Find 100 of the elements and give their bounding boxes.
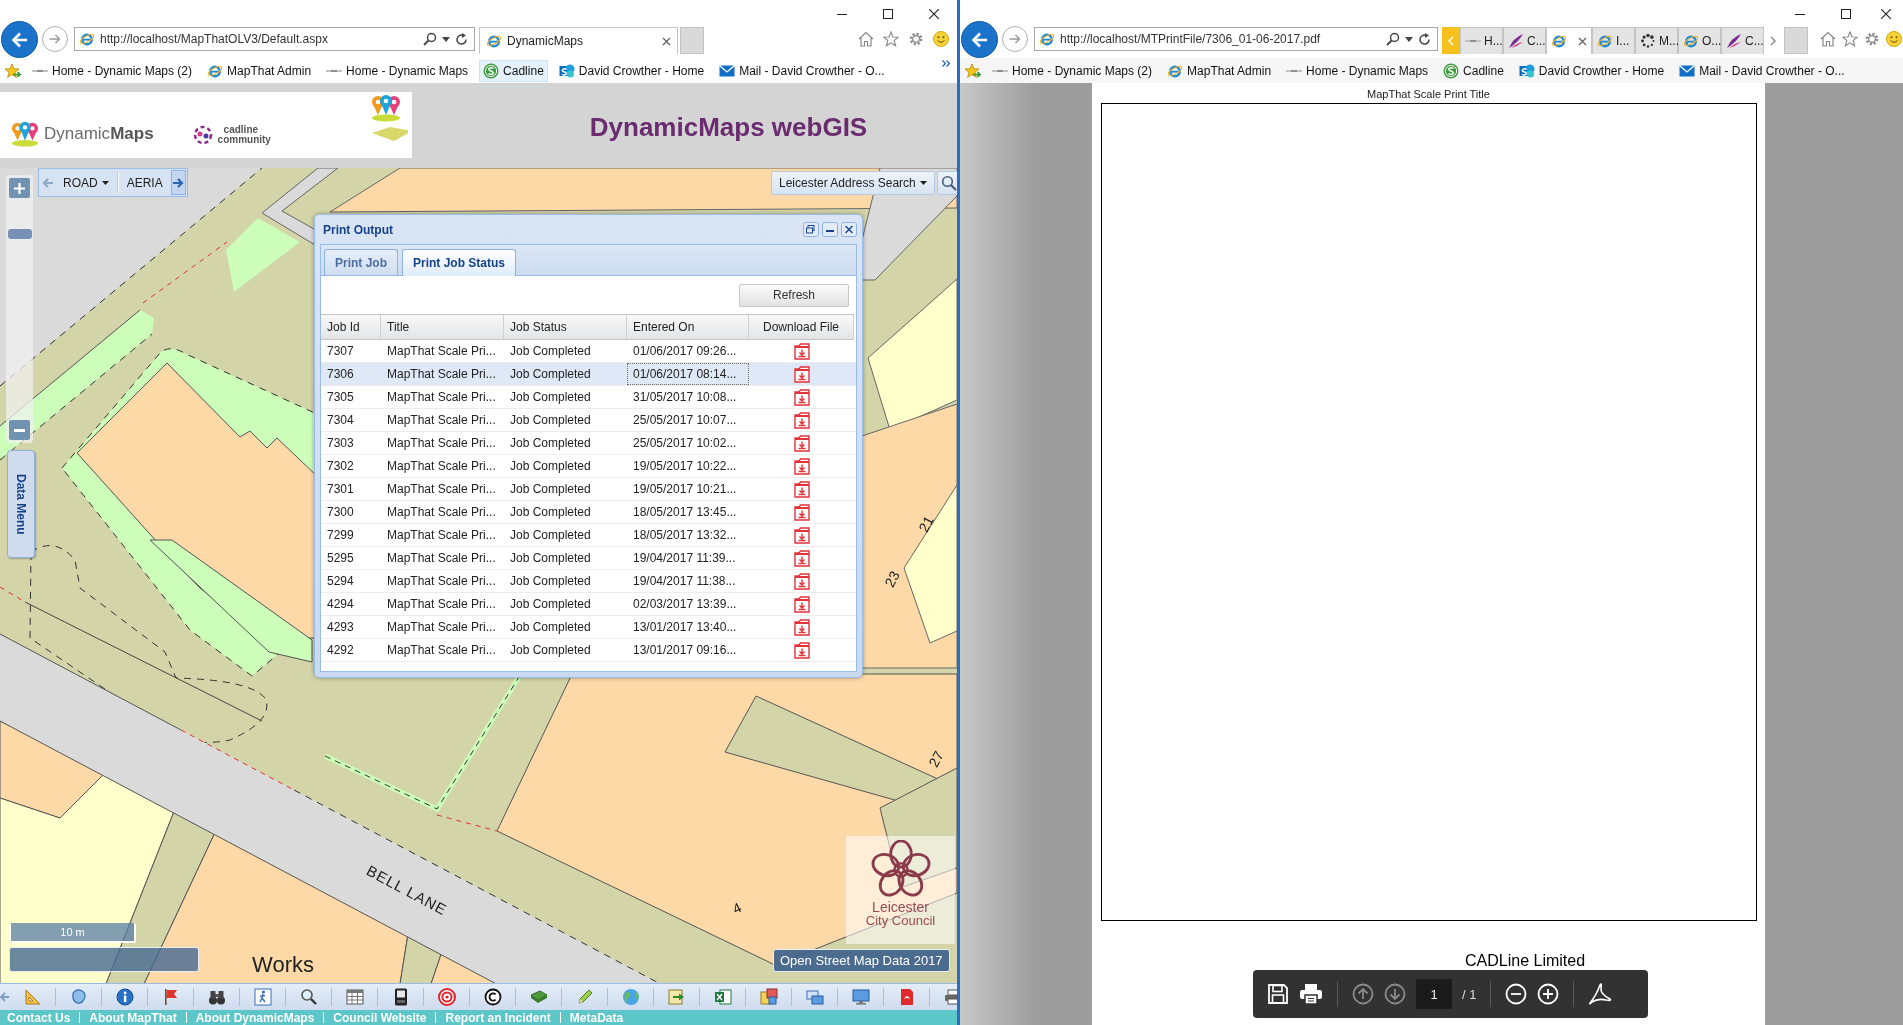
download-file-icon[interactable] xyxy=(793,526,810,544)
table-row[interactable]: 4293 MapThat Scale Pri... Job Completed 13/01/2017 13:40... xyxy=(321,616,856,639)
forward-button[interactable] xyxy=(1002,26,1028,52)
dialog-tab[interactable]: Print Job xyxy=(324,249,398,275)
browser-tab[interactable]: M... xyxy=(1635,27,1678,54)
overview-panel[interactable] xyxy=(9,947,199,972)
table-icon[interactable] xyxy=(344,987,365,1007)
favorite-link[interactable]: Home - Dynamic Maps (2) xyxy=(28,60,197,81)
address-search-button[interactable]: Leicester Address Search xyxy=(771,171,935,195)
table-row[interactable]: 7306 MapThat Scale Pri... Job Completed 01/06/2017 08:14... xyxy=(321,363,856,386)
arrow-down-icon[interactable] xyxy=(1384,983,1406,1005)
column-header[interactable]: Download File xyxy=(749,314,854,340)
address-field[interactable]: http://localhost/MapThatOLV3/Default.aspx xyxy=(74,27,475,51)
smiley-icon[interactable] xyxy=(1886,31,1902,47)
favorite-link[interactable]: David Crowther - Home xyxy=(554,59,709,82)
favorite-link[interactable]: MapThat Admin xyxy=(1163,59,1276,82)
scroll-left-icon[interactable] xyxy=(0,991,10,1003)
column-header[interactable]: Job Status xyxy=(504,314,627,340)
layer-button[interactable]: AERIA xyxy=(118,175,171,190)
smiley-icon[interactable] xyxy=(933,31,949,47)
favorite-link[interactable]: Mail - David Crowther - O... xyxy=(715,60,889,81)
browser-tab[interactable]: C... xyxy=(1503,27,1546,54)
page-number-field[interactable]: 1 xyxy=(1416,979,1452,1009)
globe-icon[interactable] xyxy=(620,987,641,1007)
star-icon[interactable] xyxy=(1842,31,1858,47)
dialog-tab[interactable]: Print Job Status xyxy=(402,249,517,276)
zoom-out-icon[interactable] xyxy=(1505,983,1528,1005)
download-file-icon[interactable] xyxy=(793,342,810,360)
acrobat-logo-icon[interactable] xyxy=(1588,982,1613,1006)
forward-button[interactable] xyxy=(42,26,68,52)
printer-icon[interactable] xyxy=(1299,983,1323,1005)
search-icon[interactable] xyxy=(1386,32,1400,46)
table-row[interactable]: 7300 MapThat Scale Pri... Job Completed 18/05/2017 13:45... xyxy=(321,501,856,524)
favorite-link[interactable]: David Crowther - Home xyxy=(1514,59,1669,82)
walking-person-icon[interactable] xyxy=(252,987,273,1007)
table-row[interactable]: 5295 MapThat Scale Pri... Job Completed 19/04/2017 11:39... xyxy=(321,547,856,570)
settings-icon[interactable] xyxy=(1864,31,1880,47)
info-icon[interactable] xyxy=(114,987,135,1007)
address-field[interactable]: http://localhost/MTPrintFile/7306_01-06-2017.pdf xyxy=(1034,27,1438,51)
refresh-button[interactable]: Refresh xyxy=(739,283,849,307)
favorite-link[interactable]: MapThat Admin xyxy=(203,59,316,82)
puzzle-icon[interactable] xyxy=(758,987,779,1007)
favorite-link[interactable]: Home - Dynamic Maps (2) xyxy=(988,60,1157,81)
favorite-link[interactable]: Home - Dynamic Maps xyxy=(322,60,473,81)
browser-tab[interactable]: H... xyxy=(1460,27,1503,54)
table-row[interactable]: 4292 MapThat Scale Pri... Job Completed 13/01/2017 09:16... xyxy=(321,639,856,662)
printer-icon[interactable] xyxy=(942,987,957,1007)
download-file-icon[interactable] xyxy=(793,480,810,498)
search-button[interactable] xyxy=(936,171,957,195)
zoom-slider-thumb[interactable] xyxy=(7,229,32,240)
refresh-icon[interactable] xyxy=(455,32,468,46)
minimize-icon[interactable] xyxy=(822,222,838,237)
download-file-icon[interactable] xyxy=(793,641,810,659)
download-file-icon[interactable] xyxy=(793,549,810,567)
home-icon[interactable] xyxy=(858,31,874,47)
favorite-link[interactable]: Mail - David Crowther - O... xyxy=(1675,60,1849,81)
arrow-up-icon[interactable] xyxy=(1352,983,1374,1005)
table-row[interactable]: 7303 MapThat Scale Pri... Job Completed 25/05/2017 10:02... xyxy=(321,432,856,455)
refresh-icon[interactable] xyxy=(1418,32,1431,46)
zoom-in-button[interactable] xyxy=(9,178,30,198)
browser-tab[interactable]: O... xyxy=(1678,27,1721,54)
caret-icon[interactable] xyxy=(1405,36,1413,42)
browser-tab[interactable]: DynamicMaps xyxy=(479,27,678,54)
stacked-windows-icon[interactable] xyxy=(804,987,825,1007)
table-row[interactable]: 7305 MapThat Scale Pri... Job Completed 31/05/2017 10:08... xyxy=(321,386,856,409)
ruler-icon[interactable] xyxy=(22,987,43,1007)
spreadsheet-icon[interactable] xyxy=(712,987,733,1007)
close-tab-icon[interactable] xyxy=(1578,36,1587,46)
column-header[interactable]: Job Id xyxy=(321,314,381,340)
scroll-right-button[interactable] xyxy=(170,170,186,195)
download-file-icon[interactable] xyxy=(793,457,810,475)
download-file-icon[interactable] xyxy=(793,572,810,590)
table-row[interactable]: 7304 MapThat Scale Pri... Job Completed 25/05/2017 10:07... xyxy=(321,409,856,432)
column-header[interactable]: Title xyxy=(381,314,504,340)
browser-tab[interactable] xyxy=(1546,27,1592,54)
layer-menu-button[interactable]: ROAD xyxy=(55,175,117,190)
favorites-star-icon[interactable] xyxy=(4,62,21,79)
download-file-icon[interactable] xyxy=(793,388,810,406)
download-file-icon[interactable] xyxy=(793,434,810,452)
browser-tab[interactable]: C... xyxy=(1721,27,1764,54)
download-file-icon[interactable] xyxy=(793,618,810,636)
column-header[interactable]: Entered On xyxy=(627,314,749,340)
browser-tab[interactable]: I... xyxy=(1592,27,1635,54)
back-button[interactable] xyxy=(961,21,998,58)
restore-icon[interactable] xyxy=(803,222,819,237)
favorite-link[interactable]: Home - Dynamic Maps xyxy=(1282,60,1433,81)
zoom-out-button[interactable] xyxy=(9,420,30,440)
caret-icon[interactable] xyxy=(442,36,450,42)
table-row[interactable]: 4294 MapThat Scale Pri... Job Completed 02/03/2017 13:39... xyxy=(321,593,856,616)
table-row[interactable]: 7302 MapThat Scale Pri... Job Completed 19/05/2017 10:22... xyxy=(321,455,856,478)
settings-icon[interactable] xyxy=(908,31,924,47)
download-file-icon[interactable] xyxy=(793,365,810,383)
target-icon[interactable] xyxy=(436,987,457,1007)
download-file-icon[interactable] xyxy=(793,411,810,429)
download-file-icon[interactable] xyxy=(793,503,810,521)
table-row[interactable]: 7299 MapThat Scale Pri... Job Completed 18/05/2017 13:32... xyxy=(321,524,856,547)
search-icon[interactable] xyxy=(298,987,319,1007)
more-chevron-icon[interactable] xyxy=(942,60,951,67)
zoom-in-icon[interactable] xyxy=(1537,983,1560,1005)
home-icon[interactable] xyxy=(1820,31,1836,47)
